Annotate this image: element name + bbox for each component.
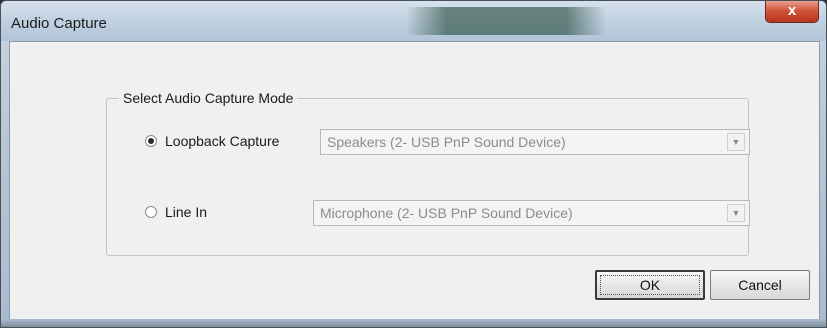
loopback-device-select[interactable]: Speakers (2- USB PnP Sound Device) ▼	[320, 129, 750, 155]
window-title: Audio Capture	[11, 15, 107, 32]
dialog-body: Select Audio Capture Mode Loopback Captu…	[9, 41, 820, 320]
title-bar[interactable]: Audio Capture x	[1, 1, 826, 41]
audio-capture-window: Audio Capture x Select Audio Capture Mod…	[0, 0, 827, 328]
line-in-device-value: Microphone (2- USB PnP Sound Device)	[320, 205, 573, 221]
window-bottom-frame	[1, 319, 826, 327]
loopback-capture-radio[interactable]	[145, 135, 157, 147]
line-in-label[interactable]: Line In	[165, 204, 207, 220]
chevron-down-icon[interactable]: ▼	[727, 133, 745, 151]
cancel-button[interactable]: Cancel	[710, 270, 810, 300]
chevron-down-icon[interactable]: ▼	[727, 204, 745, 222]
line-in-option[interactable]: Line In	[145, 204, 207, 220]
close-button[interactable]: x	[765, 1, 819, 23]
capture-mode-groupbox: Select Audio Capture Mode Loopback Captu…	[106, 90, 750, 256]
ok-button[interactable]: OK	[595, 270, 705, 300]
loopback-capture-option[interactable]: Loopback Capture	[145, 133, 279, 149]
background-window-ghost	[406, 7, 606, 35]
loopback-device-value: Speakers (2- USB PnP Sound Device)	[327, 134, 566, 150]
line-in-radio[interactable]	[145, 206, 157, 218]
line-in-device-select[interactable]: Microphone (2- USB PnP Sound Device) ▼	[313, 200, 750, 226]
loopback-capture-label[interactable]: Loopback Capture	[165, 133, 279, 149]
close-icon: x	[787, 2, 797, 19]
groupbox-legend: Select Audio Capture Mode	[119, 90, 298, 106]
